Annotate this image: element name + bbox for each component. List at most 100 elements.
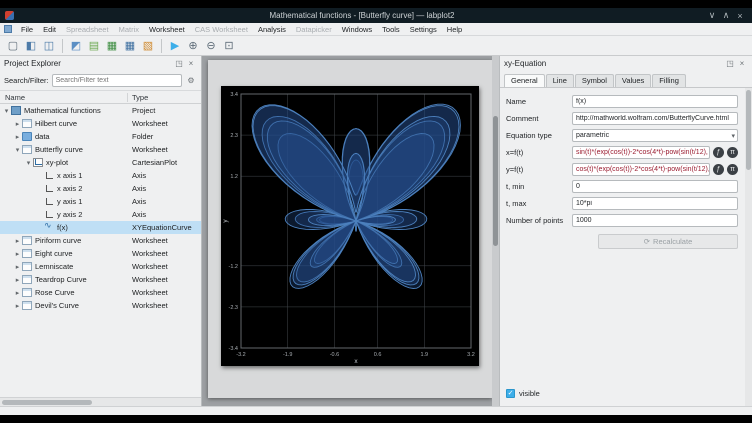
filter-options-icon[interactable]: ⚙	[185, 76, 197, 85]
zoom-out-icon[interactable]: ⊖	[203, 38, 219, 54]
tree-row-data[interactable]: ▸dataFolder	[0, 130, 202, 143]
constants-icon[interactable]: π	[727, 164, 738, 175]
tree-item-type: XYEquationCurve	[128, 223, 202, 232]
new-folder-icon[interactable]: ◩	[68, 38, 84, 54]
constants-icon[interactable]: π	[727, 147, 738, 158]
tab-filling[interactable]: Filling	[652, 74, 686, 87]
close-dock-icon[interactable]: ×	[185, 59, 197, 68]
menu-edit[interactable]: Edit	[38, 23, 61, 36]
xy-equation-title: xy-Equation	[504, 59, 546, 68]
tree-row-teardrop-curve[interactable]: ▸Teardrop CurveWorksheet	[0, 273, 202, 286]
comment-input[interactable]	[572, 112, 738, 125]
visible-checkbox[interactable]: ✓	[506, 389, 515, 398]
tmax-row: t, max	[506, 196, 738, 210]
name-input[interactable]	[572, 95, 738, 108]
expander-icon[interactable]: ▸	[13, 133, 22, 141]
search-input[interactable]	[52, 74, 182, 87]
equation-type-value: parametric	[576, 132, 609, 139]
new-workbook-icon[interactable]: ▤	[86, 38, 102, 54]
svg-text:2.3: 2.3	[230, 133, 238, 139]
plot-area[interactable]: -3.2-1.9-0.60.61.93.2-3.4-2.3-1.21.22.33…	[221, 86, 479, 366]
tree-row-y-axis-1[interactable]: y axis 1Axis	[0, 195, 202, 208]
project-explorer-header: Project Explorer ◳ ×	[0, 56, 201, 71]
expander-icon[interactable]: ▸	[13, 263, 22, 271]
open-project-icon[interactable]: ◧	[23, 38, 39, 54]
new-project-icon[interactable]: ▢	[5, 38, 21, 54]
expander-icon[interactable]: ▸	[13, 289, 22, 297]
tree-name-cell: ▸Piriform curve	[0, 236, 128, 245]
tmax-input[interactable]	[572, 197, 738, 210]
menu-analysis[interactable]: Analysis	[253, 23, 291, 36]
scrollbar-thumb[interactable]	[746, 90, 751, 170]
tree-row-rose-curve[interactable]: ▸Rose CurveWorksheet	[0, 286, 202, 299]
close-dock-icon[interactable]: ×	[736, 59, 748, 68]
tree-row-x-axis-1[interactable]: x axis 1 Axis	[0, 169, 202, 182]
save-project-icon[interactable]: ◫	[41, 38, 57, 54]
menu-worksheet[interactable]: Worksheet	[144, 23, 190, 36]
expander-icon[interactable]: ▸	[13, 250, 22, 258]
tree-item-label: Lemniscate	[35, 262, 73, 271]
worksheet-icon	[22, 145, 32, 154]
tree-item-label: x axis 1	[57, 171, 82, 180]
worksheet-vertical-scrollbar[interactable]	[492, 56, 499, 406]
close-button[interactable]: ×	[733, 11, 747, 21]
tree-row-devil-s-curve[interactable]: ▸Devil's CurveWorksheet	[0, 299, 202, 312]
app-icon	[5, 11, 14, 20]
tab-general[interactable]: General	[504, 74, 545, 87]
tree-item-label: Mathematical functions	[24, 106, 101, 115]
tree-row-lemniscate[interactable]: ▸LemniscateWorksheet	[0, 260, 202, 273]
menu-file[interactable]: File	[16, 23, 38, 36]
new-worksheet-icon[interactable]: ▧	[140, 38, 156, 54]
tree-row-f-x[interactable]: f(x)XYEquationCurve	[0, 221, 202, 234]
maximize-button[interactable]: ∧	[719, 10, 733, 21]
tmin-input[interactable]	[572, 180, 738, 193]
tree-row-xy-plot[interactable]: ▾xy-plotCartesianPlot	[0, 156, 202, 169]
expander-icon[interactable]: ▾	[2, 107, 11, 115]
y-equation-input[interactable]: cos(t)*(exp(cos(t))-2*cos(4*t)-pow(sin(t…	[572, 163, 710, 176]
tree-item-type: Axis	[128, 171, 202, 180]
expander-icon[interactable]: ▾	[24, 159, 33, 167]
tree-row-x-axis-2[interactable]: x axis 2Axis	[0, 182, 202, 195]
recalculate-button[interactable]: ⟳ Recalculate	[598, 234, 738, 249]
tree-item-label: Butterfly curve	[35, 145, 83, 154]
functions-icon[interactable]: ƒ	[713, 164, 724, 175]
functions-icon[interactable]: ƒ	[713, 147, 724, 158]
expander-icon[interactable]: ▸	[13, 237, 22, 245]
column-type[interactable]: Type	[128, 93, 201, 102]
new-spreadsheet-icon[interactable]: ▦	[104, 38, 120, 54]
horizontal-scrollbar[interactable]	[0, 397, 202, 406]
tmax-label: t, max	[506, 199, 572, 208]
float-dock-icon[interactable]: ◳	[724, 59, 736, 68]
expander-icon[interactable]: ▸	[13, 276, 22, 284]
properties-vertical-scrollbar[interactable]	[745, 88, 752, 406]
scrollbar-thumb[interactable]	[493, 116, 498, 246]
zoom-in-icon[interactable]: ⊕	[185, 38, 201, 54]
new-matrix-icon[interactable]: ▦	[122, 38, 138, 54]
float-dock-icon[interactable]: ◳	[173, 59, 185, 68]
expander-icon[interactable]: ▸	[13, 302, 22, 310]
minimize-button[interactable]: ∨	[705, 10, 719, 21]
tab-values[interactable]: Values	[615, 74, 651, 87]
tree-row-mathematical-functions[interactable]: ▾Mathematical functionsProject	[0, 104, 202, 117]
points-input[interactable]	[572, 214, 738, 227]
tree-row-eight-curve[interactable]: ▸Eight curveWorksheet	[0, 247, 202, 260]
expander-icon[interactable]: ▾	[13, 146, 22, 154]
menu-help[interactable]: Help	[442, 23, 467, 36]
x-equation-input[interactable]: sin(t)*(exp(cos(t))-2*cos(4*t)-pow(sin(t…	[572, 146, 710, 159]
tree-row-hilbert-curve[interactable]: ▸Hilbert curveWorksheet	[0, 117, 202, 130]
tree-row-piriform-curve[interactable]: ▸Piriform curveWorksheet	[0, 234, 202, 247]
tree-row-butterfly-curve[interactable]: ▾Butterfly curveWorksheet	[0, 143, 202, 156]
equation-type-select[interactable]: parametric ▾	[572, 129, 738, 142]
menu-windows[interactable]: Windows	[337, 23, 377, 36]
tree-row-y-axis-2[interactable]: y axis 2Axis	[0, 208, 202, 221]
play-icon[interactable]: ▶	[167, 38, 183, 54]
title-bar: Mathematical functions - [Butterfly curv…	[0, 8, 752, 23]
menu-settings[interactable]: Settings	[405, 23, 442, 36]
menu-tools[interactable]: Tools	[377, 23, 405, 36]
scrollbar-thumb[interactable]	[2, 400, 92, 405]
tab-line[interactable]: Line	[546, 74, 574, 87]
column-name[interactable]: Name	[0, 93, 128, 102]
tab-symbol[interactable]: Symbol	[575, 74, 614, 87]
zoom-fit-icon[interactable]: ⊡	[221, 38, 237, 54]
expander-icon[interactable]: ▸	[13, 120, 22, 128]
